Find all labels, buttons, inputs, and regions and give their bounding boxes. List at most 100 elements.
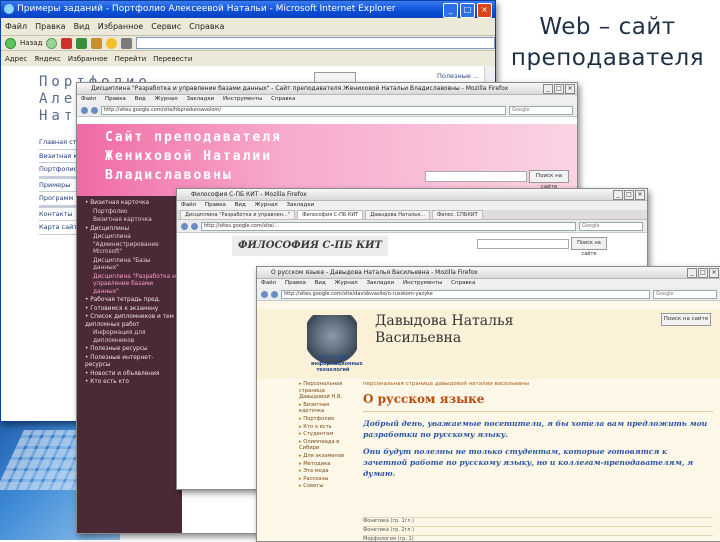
menu-item[interactable]: Правка [205, 202, 226, 208]
back-icon[interactable] [181, 222, 188, 230]
menu-item[interactable]: Журнал [335, 280, 358, 286]
search-input[interactable]: Google [579, 221, 643, 231]
sidebar-item[interactable]: Студентам [299, 431, 355, 438]
forward-icon[interactable] [191, 222, 198, 230]
breadcrumb[interactable]: персональная страница давыдовой наталии … [363, 381, 713, 387]
toolbar-link-favorites[interactable]: Избранное [68, 55, 108, 63]
print-icon[interactable] [121, 37, 133, 49]
sidebar-item[interactable]: • Рабочая тетрадь пред. [85, 297, 177, 305]
url-bar[interactable]: http://sites.google.com/site/hbpradunsav… [101, 105, 506, 115]
close-button[interactable]: × [709, 268, 719, 278]
menu-item[interactable]: Закладки [286, 202, 314, 208]
sidebar-item[interactable]: Советы [299, 483, 355, 490]
menu-help[interactable]: Справка [189, 22, 224, 31]
maximize-button[interactable]: □ [460, 3, 475, 18]
menu-item[interactable]: Вид [235, 202, 246, 208]
sidebar-item[interactable]: Кто я есть [299, 424, 355, 431]
home-icon[interactable] [91, 37, 103, 49]
philosophy-search-button[interactable]: Поиск на сайте [571, 237, 607, 257]
menu-edit[interactable]: Правка [35, 22, 65, 31]
menu-item[interactable]: Закладки [186, 96, 214, 102]
menu-favorites[interactable]: Избранное [98, 22, 143, 31]
tab[interactable]: Давыдова Наталья... [365, 210, 430, 219]
sidebar-item[interactable]: • Новости и объявления [85, 371, 177, 379]
menu-item[interactable]: Правка [105, 96, 126, 102]
philosophy-search-input[interactable] [477, 239, 569, 249]
sidebar-item[interactable]: Визитная карточка [85, 217, 177, 225]
forward-icon[interactable] [91, 106, 98, 114]
sidebar-item[interactable]: Портфолио [299, 416, 355, 423]
sidebar-item[interactable]: Эта мода [299, 468, 355, 475]
menu-item[interactable]: Правка [285, 280, 306, 286]
menu-tools[interactable]: Сервис [151, 22, 181, 31]
portfolio-top-link[interactable]: Полезные ... [437, 72, 479, 80]
sidebar-item[interactable]: Дисциплина "Администрирование Microsoft" [85, 234, 177, 257]
attachment-row[interactable]: Фонетика (гр. 2гл.) [363, 526, 713, 535]
sidebar-item[interactable]: • Готовимся к экзамену [85, 306, 177, 314]
close-button[interactable]: × [635, 190, 645, 200]
tab-active[interactable]: Философия С-ПБ КИТ [297, 210, 364, 219]
sidebar-item[interactable]: Для экзаменов [299, 453, 355, 460]
sidebar-item[interactable]: Информация для дипломников [85, 330, 177, 345]
close-button[interactable]: × [477, 3, 492, 18]
site-search-button[interactable]: Поиск на сайте [529, 170, 569, 190]
menu-item[interactable]: Журнал [155, 96, 178, 102]
sidebar-item[interactable]: Персональная страница Давыдовой Н.В. [299, 381, 355, 401]
menu-item[interactable]: Вид [135, 96, 146, 102]
back-icon[interactable] [81, 106, 88, 114]
sidebar-item[interactable]: • Визитная карточка [85, 200, 177, 208]
sidebar-item[interactable]: • Список дипломников и тем дипломных раб… [85, 314, 177, 329]
sidebar-item[interactable]: Портфолио [85, 209, 177, 217]
menu-item[interactable]: Инструменты [403, 280, 442, 286]
back-icon[interactable] [5, 37, 16, 49]
minimize-button[interactable]: _ [687, 268, 697, 278]
minimize-button[interactable]: _ [543, 84, 553, 94]
davydova-search-button[interactable]: Поиск на сайте [661, 313, 711, 326]
close-button[interactable]: × [565, 84, 575, 94]
menu-item[interactable]: Файл [81, 96, 96, 102]
menu-view[interactable]: Вид [74, 22, 90, 31]
favorites-icon[interactable] [106, 37, 118, 49]
maximize-button[interactable]: □ [624, 190, 634, 200]
menu-item[interactable]: Справка [271, 96, 295, 102]
maximize-button[interactable]: □ [698, 268, 708, 278]
site-search-input[interactable] [425, 171, 527, 182]
sidebar-item[interactable]: • Полезные ресурсы [85, 346, 177, 354]
back-icon[interactable] [261, 290, 268, 298]
search-input[interactable]: Google [653, 289, 717, 299]
forward-icon[interactable] [46, 37, 58, 49]
menu-item[interactable]: Инструменты [223, 96, 262, 102]
sidebar-item[interactable]: Дисциплина "Разработка и управление база… [85, 274, 177, 297]
sidebar-item[interactable]: • Дисциплины [85, 226, 177, 234]
url-bar[interactable]: http://sites.google.com/site/davidovasit… [281, 289, 650, 299]
menu-item[interactable]: Файл [181, 202, 196, 208]
url-bar[interactable]: http://sites.google.com/site/... [201, 221, 576, 231]
menu-item[interactable]: Вид [315, 280, 326, 286]
sidebar-item[interactable]: • Кто есть кто [85, 379, 177, 387]
sidebar-item[interactable]: • Полезные интернет-ресурсы [85, 355, 177, 370]
maximize-button[interactable]: □ [554, 84, 564, 94]
menu-item[interactable]: Закладки [366, 280, 394, 286]
address-bar[interactable] [136, 37, 495, 49]
menu-file[interactable]: Файл [5, 22, 27, 31]
back-label[interactable]: Назад [20, 39, 42, 47]
attachment-row[interactable]: Фонетика (гр. 1гл.) [363, 517, 713, 526]
toolbar-link-go[interactable]: Перейти [115, 55, 147, 63]
minimize-button[interactable]: _ [443, 3, 458, 18]
menu-item[interactable]: Файл [261, 280, 276, 286]
search-input[interactable]: Google [509, 105, 573, 115]
attachment-row[interactable]: Морфология (гр. 1) [363, 535, 713, 541]
sidebar-item[interactable]: Визитная карточка [299, 402, 355, 415]
sidebar-item[interactable]: Методика [299, 461, 355, 468]
menu-item[interactable]: Журнал [255, 202, 278, 208]
refresh-icon[interactable] [76, 37, 88, 49]
sidebar-item[interactable]: Рассказы [299, 476, 355, 483]
tab[interactable]: Филос. СПБКИТ [431, 210, 483, 219]
minimize-button[interactable]: _ [613, 190, 623, 200]
sidebar-item[interactable]: Олимпиада в Сибири [299, 439, 355, 452]
toolbar-link-yandex[interactable]: Яндекс [34, 55, 61, 63]
stop-icon[interactable] [61, 37, 73, 49]
translate-button[interactable]: Перевести [153, 55, 192, 63]
menu-item[interactable]: Справка [451, 280, 475, 286]
tab[interactable]: Дисциплина "Разработка и управлен..." [180, 210, 296, 219]
